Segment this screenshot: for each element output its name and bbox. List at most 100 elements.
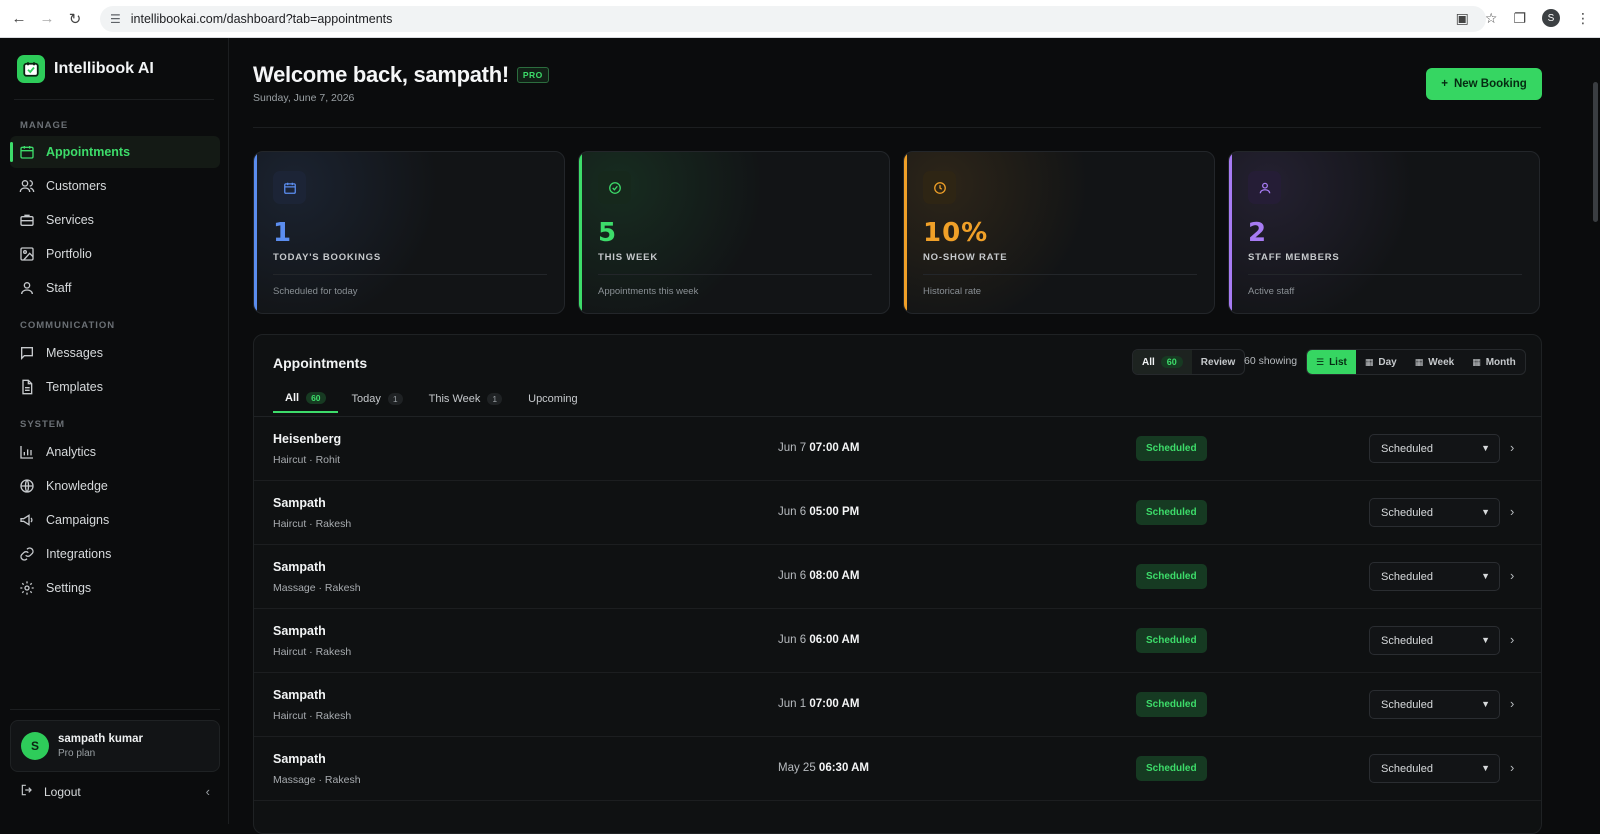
user-name: sampath kumar (58, 733, 144, 745)
sidebar-item-templates[interactable]: Templates (10, 371, 220, 403)
sidebar-item-staff[interactable]: Staff (10, 272, 220, 304)
user-plan: Pro plan (58, 748, 96, 759)
filter-review-button[interactable]: Review (1192, 350, 1244, 374)
chevron-right-icon[interactable]: › (1510, 632, 1514, 647)
user-icon (19, 280, 35, 296)
view-day-button[interactable]: ▦ Day (1356, 350, 1406, 374)
chevron-down-icon: ▼ (1481, 635, 1490, 645)
appointment-datetime: Jun 6 06:00 AM (778, 634, 860, 646)
stat-label: NO-SHOW RATE (923, 252, 1008, 263)
table-row[interactable]: Sampath Haircut · Rakesh Jun 1 07:00 AM Sch… (254, 673, 1541, 737)
stat-subtitle: Scheduled for today (273, 286, 358, 297)
chevron-down-icon: ▼ (1481, 571, 1490, 581)
appointment-datetime: Jun 7 07:00 AM (778, 442, 860, 454)
status-select[interactable]: Scheduled ▼ (1369, 754, 1500, 783)
sidebar-item-portfolio[interactable]: Portfolio (10, 238, 220, 270)
status-select[interactable]: Scheduled ▼ (1369, 498, 1500, 527)
brand-name: Intellibook AI (54, 60, 154, 77)
tab-all[interactable]: All 60 (273, 385, 338, 413)
calendar-check-logo-icon (17, 55, 45, 83)
link-icon (19, 546, 35, 562)
extensions-icon[interactable]: ❐ (1513, 10, 1526, 27)
status-select[interactable]: Scheduled ▼ (1369, 562, 1500, 591)
chevron-right-icon[interactable]: › (1510, 504, 1514, 519)
appointments-panel: Appointments All 60 Review 60 showing ☰ … (253, 334, 1542, 834)
status-badge: Scheduled (1136, 756, 1207, 781)
table-row[interactable]: Sampath Haircut · Rakesh Jun 6 05:00 PM Sch… (254, 481, 1541, 545)
calendar-icon: ▦ (1472, 356, 1481, 367)
message-icon (19, 345, 35, 361)
logout-button[interactable]: Logout ‹ (20, 783, 210, 800)
view-switcher: ☰ List ▦ Day ▦ Week ▦ Month (1306, 349, 1526, 375)
table-row[interactable]: Sampath Massage · Rakesh Jun 6 08:00 AM Sch… (254, 545, 1541, 609)
sidebar-item-analytics[interactable]: Analytics (10, 436, 220, 468)
page-scrollbar[interactable] (1593, 82, 1598, 222)
view-week-button[interactable]: ▦ Week (1406, 350, 1463, 374)
brand[interactable]: Intellibook AI (17, 55, 154, 83)
chevron-right-icon[interactable]: › (1510, 696, 1514, 711)
logout-icon (20, 783, 34, 800)
appointment-datetime: May 25 06:30 AM (778, 762, 869, 774)
stat-value: 5 (598, 218, 618, 248)
install-app-icon[interactable]: ▣ (1456, 10, 1469, 27)
status-select[interactable]: Scheduled ▼ (1369, 626, 1500, 655)
browser-menu-icon[interactable]: ⋮ (1576, 10, 1590, 27)
customer-name: Sampath (273, 688, 326, 702)
briefcase-icon (19, 212, 35, 228)
customer-name: Sampath (273, 624, 326, 638)
user-card[interactable]: S sampath kumar Pro plan (10, 720, 220, 772)
calendar-icon: ▦ (1364, 356, 1374, 367)
chevron-right-icon[interactable]: › (1510, 568, 1514, 583)
profile-avatar[interactable]: S (1542, 9, 1560, 27)
chevron-right-icon[interactable]: › (1510, 760, 1514, 775)
bookmark-star-icon[interactable]: ☆ (1485, 10, 1498, 27)
sidebar-item-label: Settings (46, 581, 92, 595)
address-bar[interactable]: ☰ intellibookai.com/dashboard?tab=appoin… (100, 6, 1486, 32)
stat-value: 2 (1248, 218, 1268, 248)
sidebar-item-label: Services (46, 213, 94, 227)
sidebar-item-campaigns[interactable]: Campaigns (10, 504, 220, 536)
view-month-button[interactable]: ▦ Month (1463, 350, 1525, 374)
chevron-right-icon[interactable]: › (1510, 440, 1514, 455)
filter-all-button[interactable]: All 60 (1133, 350, 1192, 374)
status-badge: Scheduled (1136, 692, 1207, 717)
count-badge: 1 (487, 393, 503, 405)
sidebar-item-customers[interactable]: Customers (10, 170, 220, 202)
sidebar-item-label: Templates (46, 380, 103, 394)
back-arrow-icon[interactable]: ← (10, 10, 28, 28)
status-badge: Scheduled (1136, 500, 1207, 525)
site-info-icon[interactable]: ☰ (110, 12, 121, 26)
table-row[interactable]: Sampath Haircut · Rakesh Jun 6 06:00 AM Sch… (254, 609, 1541, 673)
stat-value: 1 (273, 218, 293, 248)
sidebar-item-label: Integrations (46, 547, 112, 561)
divider (14, 99, 214, 100)
reload-icon[interactable]: ↻ (66, 10, 84, 28)
view-list-button[interactable]: ☰ List (1307, 350, 1356, 374)
tab-this-week[interactable]: This Week 1 (417, 385, 515, 413)
status-select[interactable]: Scheduled ▼ (1369, 434, 1500, 463)
sidebar-item-appointments[interactable]: Appointments (10, 136, 220, 168)
stat-card-no-show-rate: 10% NO-SHOW RATE Historical rate (903, 151, 1215, 314)
sidebar-item-messages[interactable]: Messages (10, 337, 220, 369)
sidebar-item-services[interactable]: Services (10, 204, 220, 236)
collapse-sidebar-chevron-icon[interactable]: ‹ (206, 784, 210, 799)
sidebar-item-settings[interactable]: Settings (10, 572, 220, 604)
appointment-datetime: Jun 1 07:00 AM (778, 698, 860, 710)
sidebar-item-integrations[interactable]: Integrations (10, 538, 220, 570)
sidebar-item-label: Campaigns (46, 513, 110, 527)
chevron-down-icon: ▼ (1481, 699, 1490, 709)
stat-card-staff-members: 2 STAFF MEMBERS Active staff (1228, 151, 1540, 314)
forward-arrow-icon[interactable]: → (38, 10, 56, 28)
sidebar-item-knowledge[interactable]: Knowledge (10, 470, 220, 502)
chevron-down-icon: ▼ (1481, 443, 1490, 453)
status-select[interactable]: Scheduled ▼ (1369, 690, 1500, 719)
service-staff: Massage · Rakesh (273, 774, 361, 786)
new-booking-button[interactable]: + New Booking (1426, 68, 1542, 100)
tab-today[interactable]: Today 1 (340, 385, 415, 413)
table-row[interactable]: Sampath Massage · Rakesh May 25 06:30 AM Sc… (254, 737, 1541, 801)
section-label-communication: COMMUNICATION (20, 320, 116, 331)
calendar-icon: ▦ (1414, 356, 1424, 367)
table-row[interactable]: Heisenberg Haircut · Rohit Jun 7 07:00 AM S… (254, 417, 1541, 481)
tab-upcoming[interactable]: Upcoming (516, 385, 590, 413)
review-filter: All 60 Review (1132, 349, 1246, 375)
